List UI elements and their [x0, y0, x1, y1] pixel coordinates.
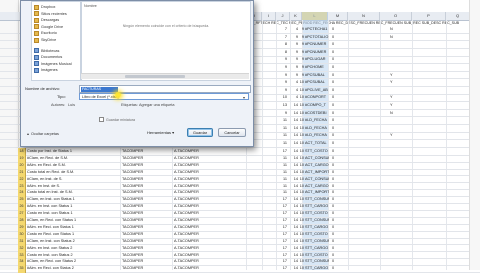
column-header-p[interactable]: P: [412, 12, 446, 20]
nav-item-label: Dropbox: [41, 5, 56, 9]
row-number[interactable]: 35: [18, 265, 26, 273]
folder-icon: [34, 30, 39, 36]
nav-item-label: Escritorio: [41, 31, 57, 36]
folder-icon: [34, 4, 39, 10]
cell-value[interactable]: 17: [279, 265, 287, 273]
cell-code[interactable]: ACT_TOTAL: [305, 140, 329, 148]
mouse-cursor-highlight: [115, 92, 121, 98]
nav-item-label: Google Drive: [41, 24, 64, 29]
cell-value[interactable]: 11: [279, 140, 287, 148]
folder-icon: [34, 17, 39, 23]
nav-item[interactable]: Imágenes Musical: [34, 61, 72, 67]
chevron-down-icon[interactable]: ▾: [241, 94, 247, 100]
nav-item-label: Imágenes Musical: [41, 61, 72, 66]
nav-item[interactable]: SkyDrive: [34, 37, 56, 43]
column-header-k[interactable]: K: [290, 12, 302, 20]
tags-value[interactable]: Agregar una etiqueta: [139, 103, 174, 107]
cancel-button[interactable]: Cancelar: [218, 128, 246, 137]
navigation-pane[interactable]: Dropbox Sitios recientes Descargas Google D…: [31, 1, 81, 81]
library-icon: [34, 54, 39, 60]
type-label: Tipo:: [57, 94, 66, 99]
cell-company[interactable]: TACOMPER: [122, 265, 170, 273]
cell-description[interactable]: #Alm. en Reci. con Status 2: [27, 265, 119, 273]
cell-flag[interactable]: 0: [332, 140, 338, 148]
column-header-m[interactable]: M: [328, 12, 348, 20]
nav-item-label: Imágenes: [41, 68, 58, 73]
authors-value[interactable]: Luis: [68, 103, 75, 107]
folder-icon: [34, 11, 39, 17]
save-as-dialog: Dropbox Sitios recientes Descargas Google D…: [20, 0, 254, 147]
folder-icon: [34, 24, 39, 30]
cell-flag[interactable]: [390, 140, 396, 148]
thumbnail-checkbox[interactable]: [99, 117, 104, 122]
thumbnail-checkbox-row[interactable]: Guardar miniatura: [99, 117, 135, 122]
file-column-header[interactable]: Nombre: [84, 4, 97, 8]
filename-value[interactable]: FACTURAS: [81, 86, 118, 92]
tags-label: Etiquetas:: [121, 103, 138, 107]
library-icon: [34, 67, 39, 73]
tools-menu[interactable]: Herramientas ▾: [147, 130, 174, 135]
column-header-q[interactable]: Q: [446, 12, 470, 20]
hide-folders-label: Ocultar carpetas: [31, 131, 59, 136]
cell-code[interactable]: STT_CARGO: [305, 265, 329, 273]
file-type-value: Libro de Excel (*.xlsx): [82, 95, 119, 99]
cell-value[interactable]: 10: [298, 140, 304, 148]
thumbnail-label: Guardar miniatura: [106, 117, 135, 122]
nav-item[interactable]: Escritorio: [34, 30, 57, 36]
hide-folders-toggle[interactable]: ▴ Ocultar carpetas: [27, 131, 59, 136]
table-row: 35 #Alm. en Reci. con Status 2 TACOMPER A.T…: [0, 265, 480, 273]
nav-item[interactable]: Descargas: [34, 17, 59, 23]
save-button[interactable]: Guardar: [187, 128, 213, 137]
file-list-pane[interactable]: Nombre Ningún elemento coincide con el c…: [81, 1, 251, 81]
vertical-scrollbar[interactable]: [469, 0, 480, 270]
authors-label: Autores:: [51, 103, 66, 107]
tools-label: Herramientas: [147, 130, 172, 135]
column-header-o[interactable]: O: [380, 12, 412, 20]
nav-item-label: SkyDrive: [41, 38, 57, 42]
cell-id[interactable]: A.TACOMPER: [174, 265, 244, 273]
folder-icon: [34, 37, 39, 43]
filename-label: Nombre de archivo:: [25, 86, 60, 91]
library-icon: [34, 61, 39, 67]
library-icon: [34, 48, 39, 54]
cell-value[interactable]: 14: [290, 265, 298, 273]
nav-item-label: Sitios recientes: [41, 11, 67, 16]
nav-item[interactable]: Documentos: [34, 54, 62, 60]
nav-item[interactable]: Google Drive: [34, 24, 63, 30]
filename-input[interactable]: FACTURAS: [79, 85, 251, 93]
nav-item[interactable]: Dropbox: [34, 4, 55, 10]
cell-value[interactable]: 14: [290, 140, 298, 148]
column-header-j[interactable]: J: [276, 12, 290, 20]
horizontal-scrollbar[interactable]: [81, 73, 249, 79]
column-header-i[interactable]: I: [262, 12, 276, 20]
column-header-n[interactable]: N: [348, 12, 380, 20]
nav-item-label: Documentos: [41, 55, 63, 60]
caret-up-icon: ▴: [27, 131, 30, 136]
empty-results-message: Ningún elemento coincide con el criterio…: [122, 24, 210, 28]
scrollbar-thumb[interactable]: [125, 75, 185, 78]
nav-item-label: Bibliotecas: [41, 48, 60, 53]
nav-item[interactable]: Imágenes: [34, 67, 58, 73]
cell-value[interactable]: 10: [298, 265, 304, 273]
file-type-select[interactable]: Libro de Excel (*.xlsx) ▾: [79, 93, 249, 100]
nav-item[interactable]: Sitios recientes: [34, 11, 67, 17]
cell-flag[interactable]: 0: [332, 265, 338, 273]
nav-item-label: Descargas: [41, 18, 60, 23]
nav-item[interactable]: Bibliotecas: [34, 48, 59, 54]
